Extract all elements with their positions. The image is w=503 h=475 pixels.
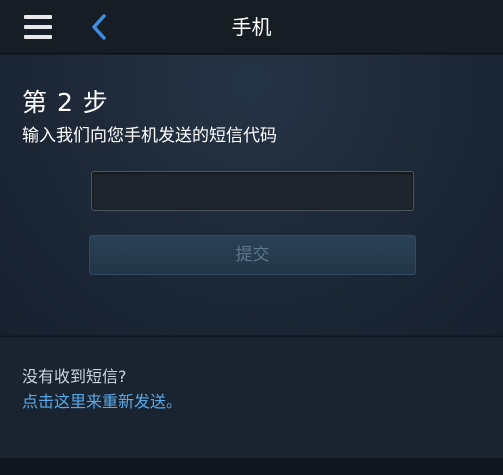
step-title: 第 2 步 [22, 88, 109, 117]
top-bar: 手机 [0, 0, 503, 54]
resend-link[interactable]: 点击这里来重新发送。 [22, 388, 182, 412]
resend-section: 没有收到短信? 点击这里来重新发送。 [0, 336, 503, 458]
page-title: 手机 [231, 15, 272, 39]
chevron-left-icon[interactable] [88, 13, 110, 41]
no-sms-question: 没有收到短信? [22, 367, 127, 386]
verification-panel: 第 2 步 输入我们向您手机发送的短信代码 提交 [0, 55, 503, 335]
step-description: 输入我们向您手机发送的短信代码 [22, 126, 277, 146]
submit-button[interactable]: 提交 [89, 235, 416, 275]
bottom-bar [0, 458, 503, 475]
hamburger-menu-icon[interactable] [24, 15, 52, 39]
sms-code-input[interactable] [91, 171, 414, 211]
